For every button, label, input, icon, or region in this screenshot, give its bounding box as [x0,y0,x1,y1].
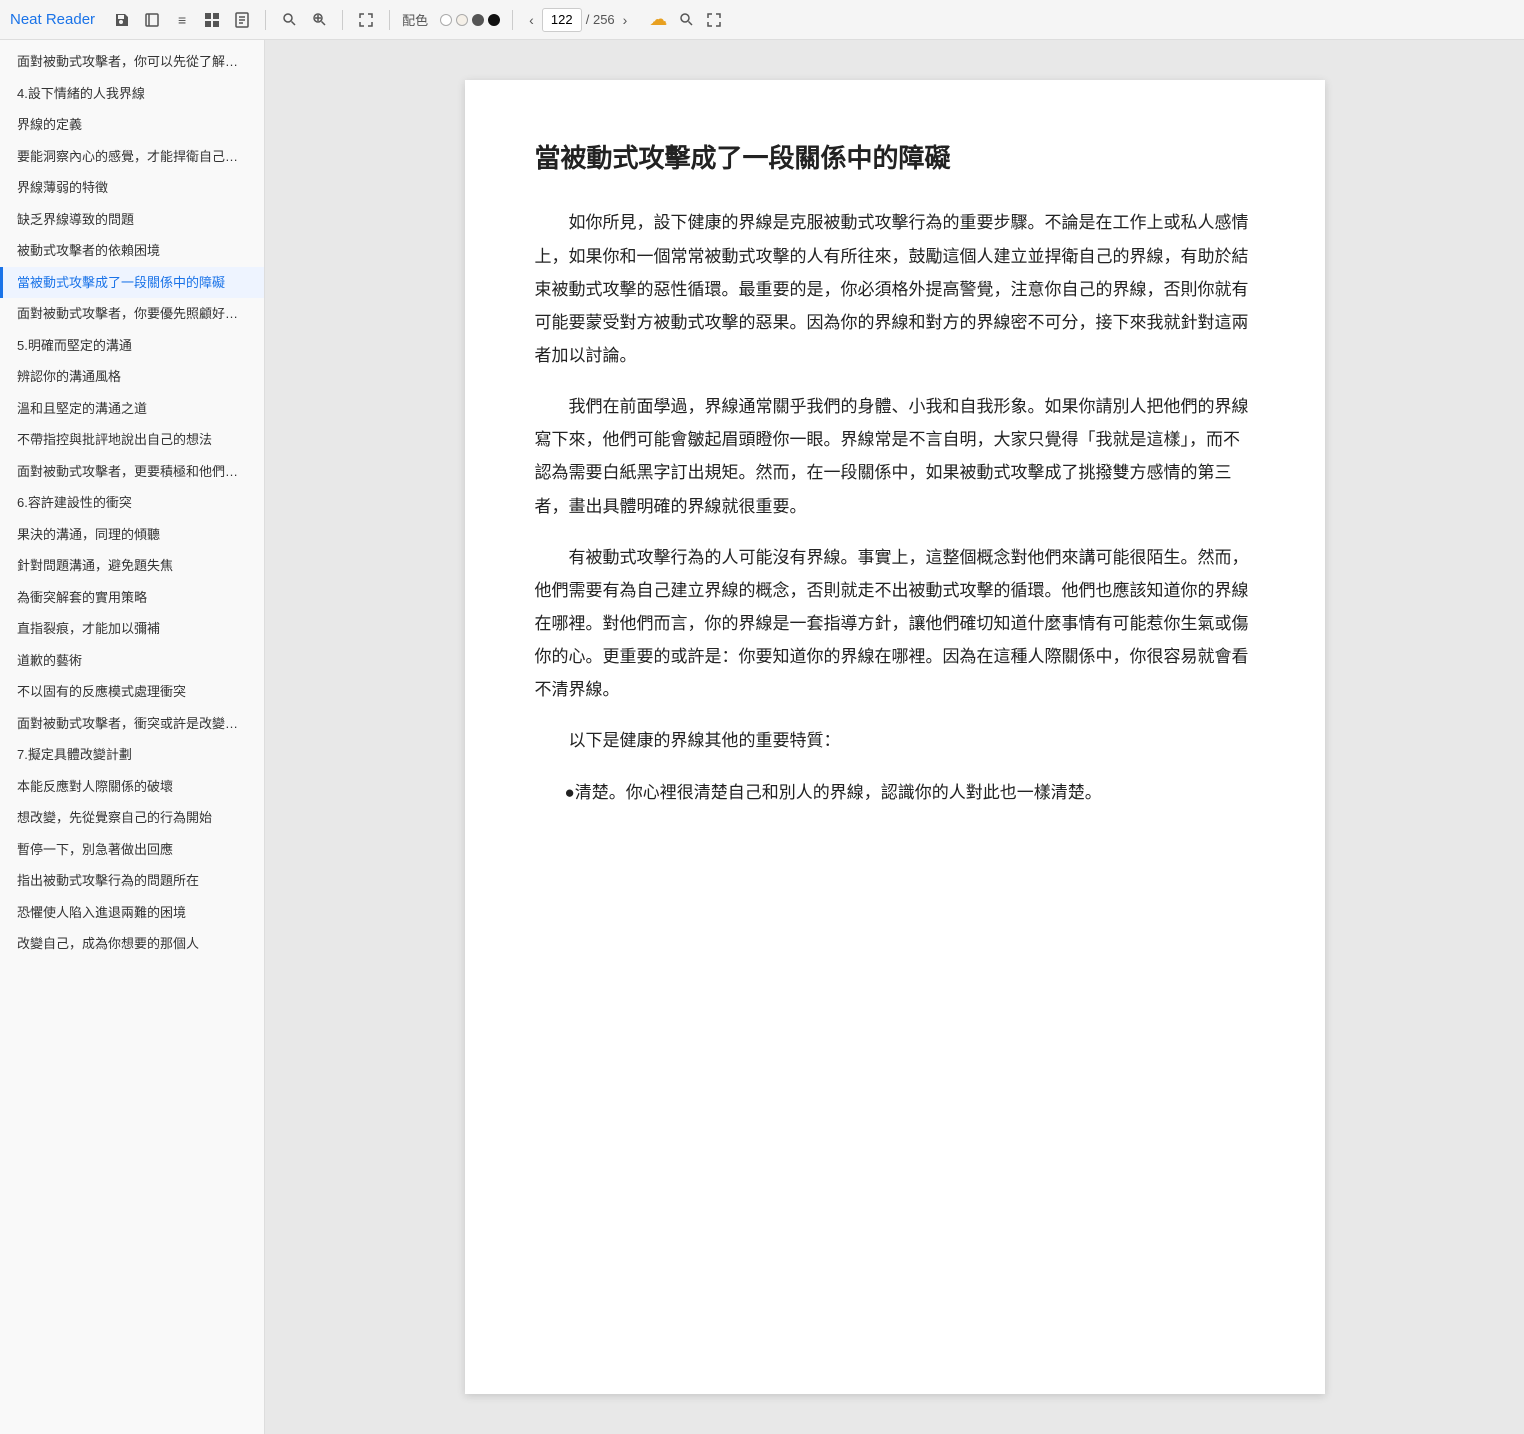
next-page-button[interactable]: › [619,10,632,30]
sidebar-item-5[interactable]: 缺乏界線導致的問題 [0,204,264,236]
paragraphs-container: 如你所見，設下健康的界線是克服被動式攻擊行為的重要步驟。不論是在工作上或私人感情… [535,206,1255,757]
right-controls: ☁ [647,9,725,31]
sidebar-item-7[interactable]: 當被動式攻擊成了一段關係中的障礙 [0,267,264,299]
sidebar-item-23[interactable]: 本能反應對人際關係的破壞 [0,771,264,803]
search2-icon[interactable] [308,9,330,31]
sidebar-item-1[interactable]: 4.設下情緒的人我界線 [0,78,264,110]
paragraph-2: 有被動式攻擊行為的人可能沒有界線。事實上，這整個概念對他們來講可能很陌生。然而，… [535,541,1255,707]
main-layout: 面對被動式攻擊者，你可以先從了解自己和對...4.設下情緒的人我界線界線的定義要… [0,40,1524,1434]
app-title: Neat Reader [10,11,95,28]
sidebar-item-28[interactable]: 改變自己，成為你想要的那個人 [0,928,264,960]
sidebar-item-26[interactable]: 指出被動式攻擊行為的問題所在 [0,865,264,897]
sidebar-item-6[interactable]: 被動式攻擊者的依賴困境 [0,235,264,267]
menu-icon[interactable]: ≡ [171,9,193,31]
search-right-icon[interactable] [675,9,697,31]
sidebar-item-17[interactable]: 為衝突解套的實用策略 [0,582,264,614]
color-dots [440,14,500,26]
book-page: 當被動式攻擊成了一段關係中的障礙 如你所見，設下健康的界線是克服被動式攻擊行為的… [465,80,1325,1394]
save-icon[interactable] [111,9,133,31]
sidebar-item-4[interactable]: 界線薄弱的特徵 [0,172,264,204]
doc-icon[interactable] [231,9,253,31]
toolbar: Neat Reader ≡ 配色 ‹ / 256 › ☁ [0,0,1524,40]
sidebar-item-27[interactable]: 恐懼使人陷入進退兩難的困境 [0,897,264,929]
cloud-icon[interactable]: ☁ [647,9,669,31]
page-total: / 256 [586,12,615,27]
bullet-0: ●清楚。你心裡很清楚自己和別人的界線，認識你的人對此也一樣清楚。 [565,776,1255,809]
sidebar-item-0[interactable]: 面對被動式攻擊者，你可以先從了解自己和對... [0,46,264,78]
search1-icon[interactable] [278,9,300,31]
sidebar-item-3[interactable]: 要能洞察內心的感覺，才能捍衛自己的界線 [0,141,264,173]
color-darkgray[interactable] [472,14,484,26]
sidebar-item-10[interactable]: 辨認你的溝通風格 [0,361,264,393]
sidebar: 面對被動式攻擊者，你可以先從了解自己和對...4.設下情緒的人我界線界線的定義要… [0,40,265,1434]
fullscreen-icon[interactable] [703,9,725,31]
page-chapter-title: 當被動式攻擊成了一段關係中的障礙 [535,140,1255,176]
sidebar-item-16[interactable]: 針對問題溝通，避免題失焦 [0,550,264,582]
sidebar-item-11[interactable]: 溫和且堅定的溝通之道 [0,393,264,425]
sidebar-item-25[interactable]: 暫停一下，別急著做出回應 [0,834,264,866]
sidebar-item-9[interactable]: 5.明確而堅定的溝通 [0,330,264,362]
separator3 [389,10,390,30]
sidebar-item-24[interactable]: 想改變，先從覺察自己的行為開始 [0,802,264,834]
grid-icon[interactable] [201,9,223,31]
color-white[interactable] [440,14,452,26]
sidebar-item-13[interactable]: 面對被動式攻擊者，更要積極和他們溝通 [0,456,264,488]
sidebar-item-20[interactable]: 不以固有的反應模式處理衝突 [0,676,264,708]
color-label: 配色 [402,10,428,29]
separator2 [342,10,343,30]
color-beige[interactable] [456,14,468,26]
sidebar-item-12[interactable]: 不帶指控與批評地說出自己的想法 [0,424,264,456]
paragraph-0: 如你所見，設下健康的界線是克服被動式攻擊行為的重要步驟。不論是在工作上或私人感情… [535,206,1255,372]
color-black[interactable] [488,14,500,26]
page-nav: ‹ / 256 › [525,8,631,32]
sidebar-item-18[interactable]: 直指裂痕，才能加以彌補 [0,613,264,645]
fit-icon[interactable] [355,9,377,31]
page-number-input[interactable] [542,8,582,32]
sidebar-item-8[interactable]: 面對被動式攻擊者，你要優先照顧好自己 [0,298,264,330]
bullets-container: ●清楚。你心裡很清楚自己和別人的界線，認識你的人對此也一樣清楚。 [535,776,1255,809]
sidebar-item-22[interactable]: 7.擬定具體改變計劃 [0,739,264,771]
separator4 [512,10,513,30]
book-icon[interactable] [141,9,163,31]
sidebar-item-14[interactable]: 6.容許建設性的衝突 [0,487,264,519]
paragraph-3: 以下是健康的界線其他的重要特質： [535,724,1255,757]
separator1 [265,10,266,30]
content-area: 當被動式攻擊成了一段關係中的障礙 如你所見，設下健康的界線是克服被動式攻擊行為的… [265,40,1524,1434]
sidebar-item-21[interactable]: 面對被動式攻擊者，衝突或許是改變關係的良機 [0,708,264,740]
sidebar-item-15[interactable]: 果決的溝通，同理的傾聽 [0,519,264,551]
prev-page-button[interactable]: ‹ [525,10,538,30]
paragraph-1: 我們在前面學過，界線通常關乎我們的身體、小我和自我形象。如果你請別人把他們的界線… [535,390,1255,523]
sidebar-item-19[interactable]: 道歉的藝術 [0,645,264,677]
sidebar-item-2[interactable]: 界線的定義 [0,109,264,141]
